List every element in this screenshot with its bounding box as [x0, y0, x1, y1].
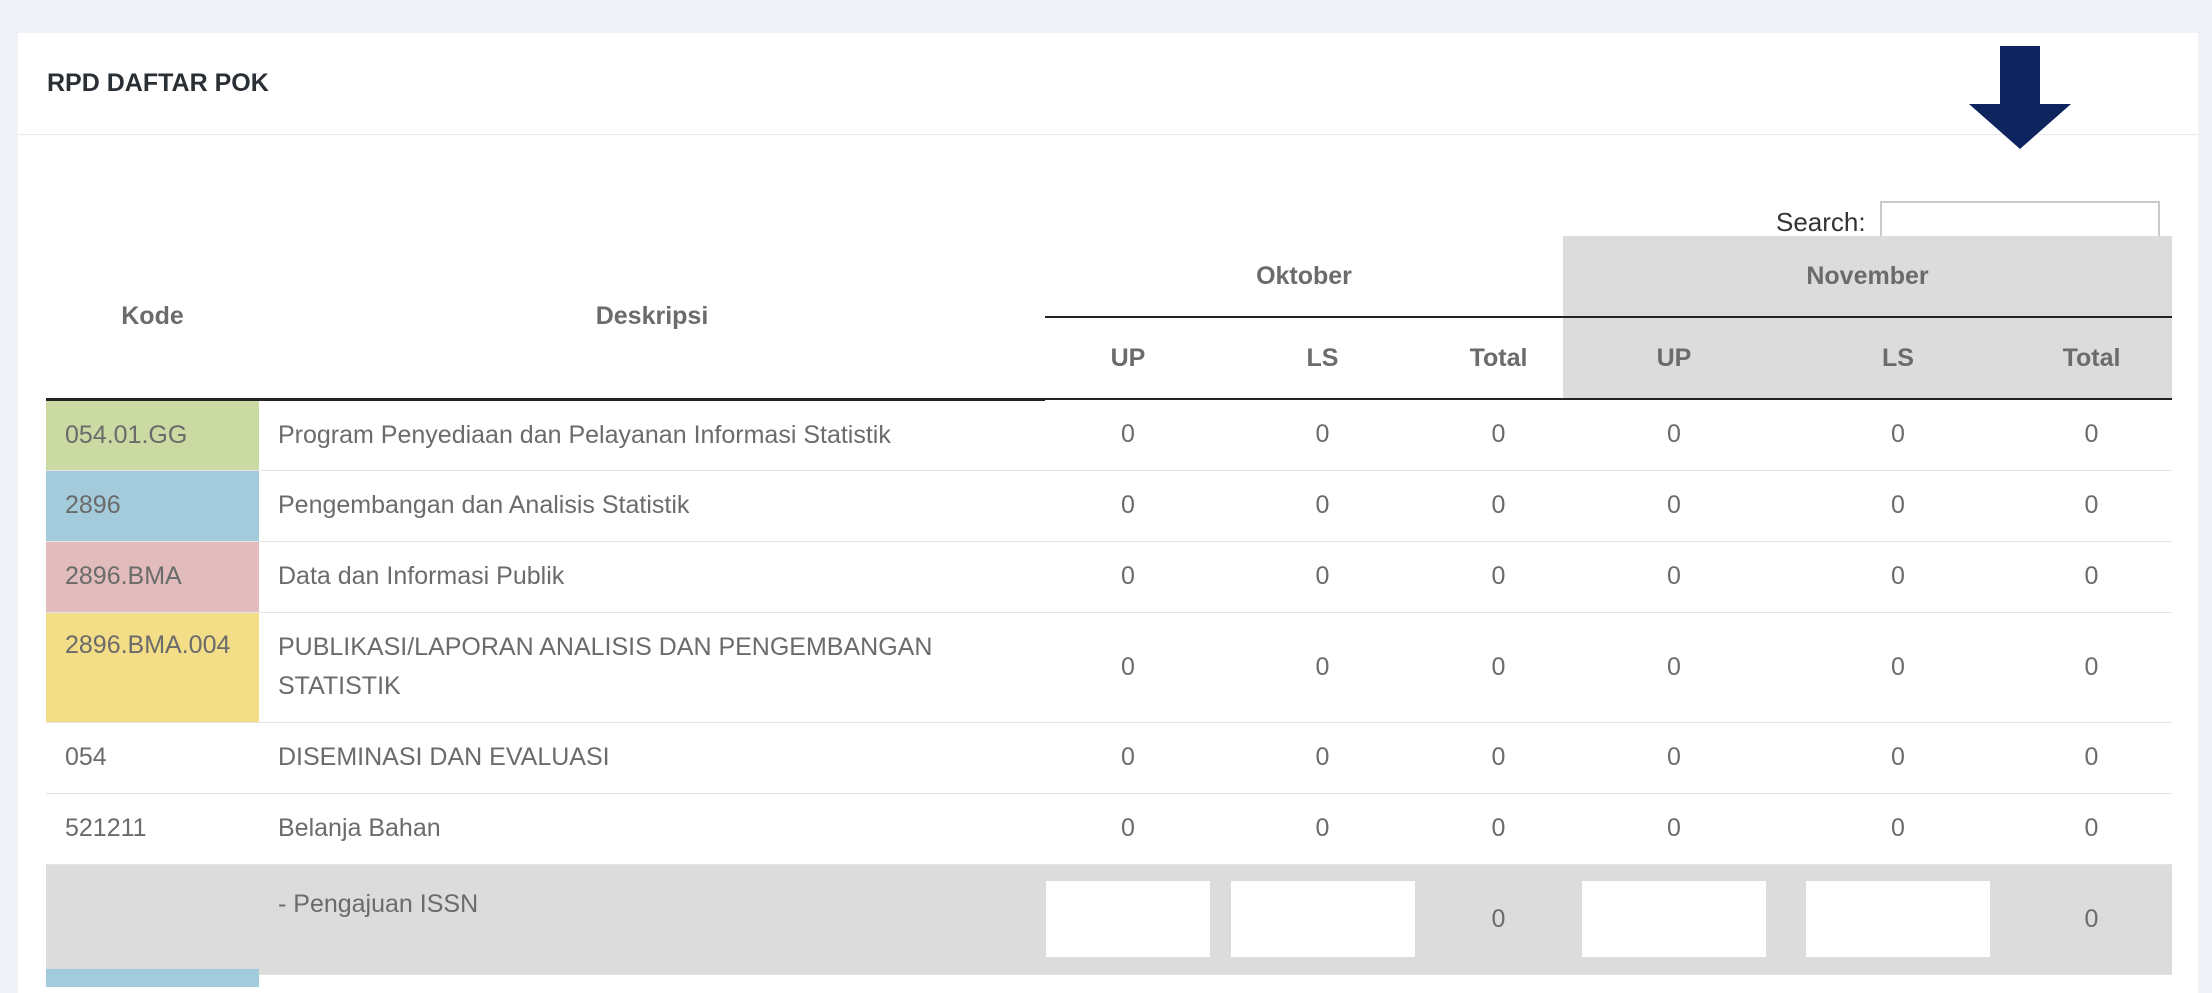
arrow-down-icon: [1969, 46, 2071, 149]
nov-ls-cell: 0: [1785, 722, 2011, 794]
col-oct-ls-header[interactable]: LS: [1211, 317, 1434, 400]
col-kode-header[interactable]: Kode: [46, 236, 259, 401]
nov-up-cell: 0: [1563, 722, 1785, 794]
search-label: Search:: [1776, 206, 1866, 237]
oct-ls-cell: 0: [1211, 612, 1434, 723]
kode-cell: 2896: [46, 470, 259, 542]
oct-up-cell: 0: [1045, 470, 1211, 542]
nov-total-cell: 0: [2011, 470, 2172, 542]
nov-ls-cell: 0: [1785, 470, 2011, 542]
desc-cell: DISEMINASI DAN EVALUASI: [259, 722, 1045, 794]
nov-ls-input-cell: [1785, 864, 2011, 975]
col-nov-ls-header[interactable]: LS: [1785, 317, 2011, 400]
nov-ls-input[interactable]: [1806, 881, 1990, 957]
oct-up-cell: 0: [1045, 541, 1211, 613]
nov-up-input-cell: [1563, 864, 1785, 975]
oct-total-cell: 0: [1434, 612, 1563, 723]
table-row: 2896.BMA Data dan Informasi Publik 0 0 0…: [46, 541, 2172, 613]
card-title: RPD DAFTAR POK: [18, 33, 2198, 135]
nov-total-cell: 0: [2011, 864, 2172, 975]
nov-up-cell: 0: [1563, 793, 1785, 865]
desc-cell: - Pengajuan ISSN: [259, 864, 1045, 975]
next-row-kode-strip: [46, 969, 259, 987]
col-nov-up-header[interactable]: UP: [1563, 317, 1785, 400]
nov-total-cell: 0: [2011, 541, 2172, 613]
oct-total-cell: 0: [1434, 722, 1563, 794]
kode-cell: 521211: [46, 793, 259, 865]
oct-total-cell: 0: [1434, 864, 1563, 975]
nov-up-cell: 0: [1563, 399, 1785, 471]
table-row: 521211 Belanja Bahan 0 0 0 0 0 0: [46, 793, 2172, 865]
nov-up-input[interactable]: [1582, 881, 1766, 957]
table-row: 2896.BMA.004 PUBLIKASI/LAPORAN ANALISIS …: [46, 612, 2172, 723]
nov-total-cell: 0: [2011, 722, 2172, 794]
oct-ls-cell: 0: [1211, 399, 1434, 471]
oct-total-cell: 0: [1434, 793, 1563, 865]
oct-ls-cell: 0: [1211, 541, 1434, 613]
desc-cell: Data dan Informasi Publik: [259, 541, 1045, 613]
rpd-table: Kode Deskripsi Oktober November UP LS To…: [46, 236, 2172, 975]
input-row: - Pengajuan ISSN 0 0: [46, 864, 2172, 975]
desc-cell: Pengembangan dan Analisis Statistik: [259, 470, 1045, 542]
oct-up-cell: 0: [1045, 612, 1211, 723]
nov-ls-cell: 0: [1785, 541, 2011, 613]
nov-up-cell: 0: [1563, 541, 1785, 613]
nov-ls-cell: 0: [1785, 793, 2011, 865]
oct-total-cell: 0: [1434, 470, 1563, 542]
oct-total-cell: 0: [1434, 541, 1563, 613]
kode-cell: 054.01.GG: [46, 399, 259, 471]
nov-total-cell: 0: [2011, 399, 2172, 471]
col-oktober-header: Oktober: [1045, 236, 1563, 318]
oct-ls-input-cell: [1211, 864, 1434, 975]
col-oct-up-header[interactable]: UP: [1045, 317, 1211, 400]
nov-ls-cell: 0: [1785, 612, 2011, 723]
col-nov-total-header[interactable]: Total: [2011, 317, 2172, 400]
table-row: 054 DISEMINASI DAN EVALUASI 0 0 0 0 0 0: [46, 722, 2172, 794]
desc-cell: Belanja Bahan: [259, 793, 1045, 865]
oct-up-input[interactable]: [1046, 881, 1210, 957]
nov-up-cell: 0: [1563, 612, 1785, 723]
table-row: 2896 Pengembangan dan Analisis Statistik…: [46, 470, 2172, 542]
nov-total-cell: 0: [2011, 793, 2172, 865]
table-row: 054.01.GG Program Penyediaan dan Pelayan…: [46, 399, 2172, 471]
nov-ls-cell: 0: [1785, 399, 2011, 471]
oct-up-cell: 0: [1045, 793, 1211, 865]
oct-ls-cell: 0: [1211, 470, 1434, 542]
kode-cell: [46, 864, 259, 975]
desc-cell: Program Penyediaan dan Pelayanan Informa…: [259, 399, 1045, 471]
nov-up-cell: 0: [1563, 470, 1785, 542]
nov-total-cell: 0: [2011, 612, 2172, 723]
col-deskripsi-header[interactable]: Deskripsi: [259, 236, 1045, 401]
desc-cell: PUBLIKASI/LAPORAN ANALISIS DAN PENGEMBAN…: [259, 612, 1045, 723]
oct-up-input-cell: [1045, 864, 1211, 975]
oct-up-cell: 0: [1045, 399, 1211, 471]
col-oct-total-header[interactable]: Total: [1434, 317, 1563, 400]
oct-total-cell: 0: [1434, 399, 1563, 471]
oct-up-cell: 0: [1045, 722, 1211, 794]
oct-ls-cell: 0: [1211, 793, 1434, 865]
kode-cell: 2896.BMA: [46, 541, 259, 613]
col-november-header: November: [1563, 236, 2172, 318]
oct-ls-cell: 0: [1211, 722, 1434, 794]
kode-cell: 054: [46, 722, 259, 794]
oct-ls-input[interactable]: [1230, 881, 1415, 957]
kode-cell: 2896.BMA.004: [46, 612, 259, 723]
